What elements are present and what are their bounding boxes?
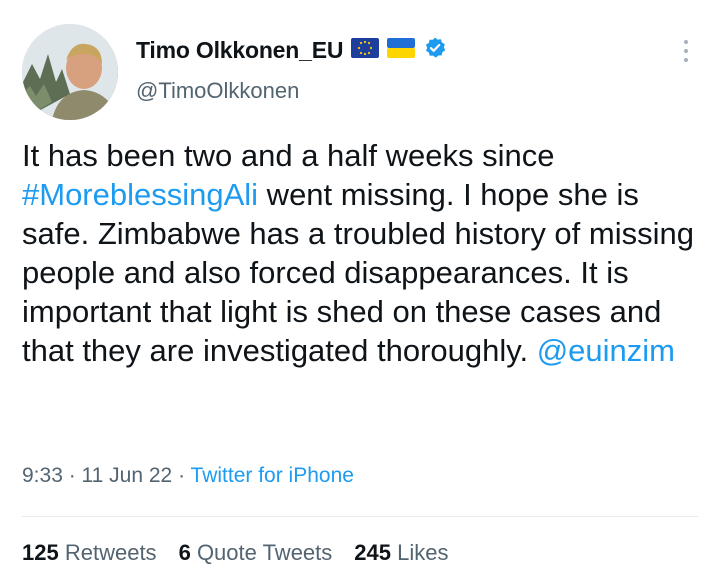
retweets-stat[interactable]: 125 Retweets: [22, 540, 157, 566]
more-dot: [684, 58, 688, 62]
quote-tweets-count: 6: [178, 540, 191, 565]
avatar-photo-icon: [22, 24, 118, 120]
retweets-count: 125: [22, 540, 59, 565]
tweet-time[interactable]: 9:33: [22, 464, 63, 487]
meta-separator: ·: [172, 464, 191, 487]
author-line: Timo Olkkonen_EU: [136, 36, 447, 65]
quote-tweets-stat[interactable]: 6 Quote Tweets: [179, 540, 333, 566]
author-display-name[interactable]: Timo Olkkonen_EU: [136, 37, 343, 64]
tweet-text-part: It has been two and a half weeks since: [22, 138, 555, 173]
hashtag-link[interactable]: #MoreblessingAli: [22, 177, 258, 212]
tweet-text: It has been two and a half weeks since #…: [22, 136, 702, 370]
tweet-meta: 9:33 · 11 Jun 22 · Twitter for iPhone: [22, 464, 354, 488]
likes-count: 245: [354, 540, 391, 565]
retweets-label: Retweets: [64, 540, 157, 565]
meta-separator: ·: [62, 464, 82, 487]
ukraine-flag-icon: [387, 38, 416, 63]
author-handle[interactable]: @TimoOlkkonen: [136, 78, 299, 104]
likes-stat[interactable]: 245 Likes: [354, 540, 448, 566]
tweet-card: Timo Olkkonen_EU @TimoOlkkonen It has be…: [0, 0, 720, 586]
divider: [22, 516, 698, 517]
likes-label: Likes: [397, 540, 449, 565]
tweet-stats: 125 Retweets 6 Quote Tweets 245 Likes: [22, 540, 448, 566]
tweet-source-link[interactable]: Twitter for iPhone: [191, 464, 354, 487]
eu-flag-icon: [351, 38, 380, 63]
tweet-date[interactable]: 11 Jun 22: [82, 464, 173, 487]
more-dot: [684, 49, 688, 53]
more-options-icon[interactable]: [682, 40, 690, 62]
quote-tweets-label: Quote Tweets: [196, 540, 333, 565]
verified-badge-icon: [423, 36, 447, 65]
more-dot: [684, 40, 688, 44]
mention-link[interactable]: @euinzim: [537, 333, 675, 368]
avatar[interactable]: [22, 24, 118, 120]
